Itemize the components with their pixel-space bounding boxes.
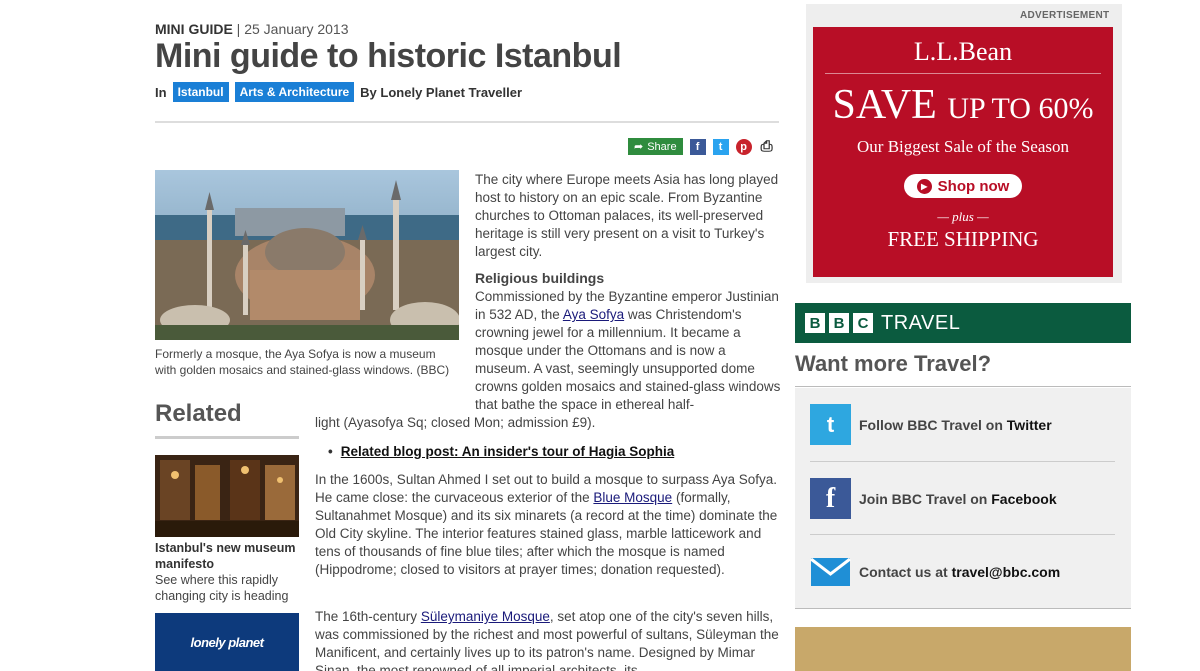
kicker-label: MINI GUIDE bbox=[155, 21, 233, 37]
share-icon: ➦ bbox=[634, 141, 644, 153]
related-heading: Related bbox=[155, 400, 242, 427]
shop-now-button[interactable]: ▶ Shop now bbox=[904, 174, 1022, 198]
twitter-icon[interactable]: t bbox=[712, 138, 729, 155]
related-item-image[interactable] bbox=[155, 455, 299, 537]
ad-plus: — plus — bbox=[937, 209, 989, 224]
bullet-dot: • bbox=[328, 444, 333, 459]
want-divider bbox=[795, 386, 1131, 387]
related-divider bbox=[155, 436, 299, 439]
bbc-letter-3: C bbox=[853, 313, 873, 333]
byline: In Istanbul Arts & Architecture By Lonel… bbox=[155, 82, 522, 102]
contact-text: Contact us at travel@bbc.com bbox=[859, 564, 1060, 580]
ad-upto: UP TO 60% bbox=[947, 92, 1094, 125]
related-blog-item: • Related blog post: An insider's tour of… bbox=[328, 444, 674, 459]
lonely-planet-logo[interactable]: lonely planet bbox=[155, 613, 299, 671]
shop-now-label: Shop now bbox=[937, 177, 1010, 195]
play-icon: ▶ bbox=[916, 178, 932, 194]
ad-label: ADVERTISEMENT bbox=[1020, 10, 1110, 21]
contact-pre: Contact us at bbox=[859, 563, 952, 580]
bbc-letter-1: B bbox=[805, 313, 825, 333]
twitter-bird-icon: t bbox=[810, 404, 851, 445]
twitter-follow-row[interactable]: t Follow BBC Travel on Twitter bbox=[810, 404, 1052, 445]
share-label: Share bbox=[647, 140, 677, 153]
twitter-highlight: Twitter bbox=[1006, 416, 1052, 433]
header-divider bbox=[155, 121, 779, 123]
facebook-icon[interactable]: f bbox=[689, 138, 706, 155]
share-button[interactable]: ➦ Share bbox=[628, 138, 683, 155]
social-divider bbox=[810, 461, 1115, 462]
print-icon[interactable]: ⎙ bbox=[759, 138, 775, 155]
facebook-highlight: Facebook bbox=[991, 490, 1057, 507]
byline-author: By Lonely Planet Traveller bbox=[360, 84, 523, 100]
ad-save-line: SAVE UP TO 60% bbox=[813, 81, 1113, 129]
ad-brand-rule bbox=[825, 73, 1101, 74]
paragraph-blue-mosque: In the 1600s, Sultan Ahmed I set out to … bbox=[315, 471, 781, 579]
twitter-text: Follow BBC Travel on Twitter bbox=[859, 417, 1052, 433]
llbean-ad[interactable]: L.L.Bean SAVE UP TO 60% Our Biggest Sale… bbox=[813, 27, 1113, 277]
ad-save: SAVE bbox=[832, 82, 937, 128]
intro-paragraph: The city where Europe meets Asia has lon… bbox=[475, 172, 779, 259]
kicker-date: | 25 January 2013 bbox=[236, 21, 349, 37]
blue-mosque-link[interactable]: Blue Mosque bbox=[593, 490, 672, 505]
paragraph-aya-sofya-cont: light (Ayasofya Sq; closed Mon; admissio… bbox=[315, 415, 596, 430]
panel-bottom-rule bbox=[795, 608, 1131, 609]
twitter-pre: Follow BBC Travel on bbox=[859, 416, 1007, 433]
paragraph-suleymaniye: The 16th-century Süleymaniye Mosque, set… bbox=[315, 608, 781, 671]
related-blog-link[interactable]: Related blog post: An insider's tour of … bbox=[341, 444, 674, 459]
aya-sofya-photo bbox=[155, 170, 459, 340]
p4-text-a: The 16th-century bbox=[315, 609, 421, 624]
bbc-travel-header[interactable]: B B C TRAVEL bbox=[795, 303, 1131, 343]
bottom-ad-banner[interactable] bbox=[795, 627, 1131, 671]
bbc-travel-label: TRAVEL bbox=[881, 311, 961, 334]
bbc-letter-2: B bbox=[829, 313, 849, 333]
page-title: Mini guide to historic Istanbul bbox=[155, 37, 622, 75]
pinterest-icon[interactable]: p bbox=[735, 138, 752, 155]
facebook-join-row[interactable]: f Join BBC Travel on Facebook bbox=[810, 478, 1057, 519]
facebook-pre: Join BBC Travel on bbox=[859, 490, 992, 507]
article-kicker: MINI GUIDE | 25 January 2013 bbox=[155, 21, 349, 37]
photo-caption: Formerly a mosque, the Aya Sofya is now … bbox=[155, 347, 450, 377]
aya-sofya-link[interactable]: Aya Sofya bbox=[563, 307, 624, 322]
related-item-title[interactable]: Istanbul's new museum manifesto bbox=[155, 540, 299, 572]
want-more-heading: Want more Travel? bbox=[795, 351, 992, 376]
share-toolbar: ➦ Share f t p ⎙ bbox=[628, 138, 775, 155]
byline-in: In bbox=[155, 84, 167, 100]
related-item-desc: See where this rapidly changing city is … bbox=[155, 573, 289, 603]
p2-text-b: was Christendom's crowning jewel for a m… bbox=[475, 307, 781, 412]
contact-email: travel@bbc.com bbox=[951, 563, 1061, 580]
suleymaniye-link[interactable]: Süleymaniye Mosque bbox=[421, 609, 550, 624]
ad-free-shipping: FREE SHIPPING bbox=[887, 227, 1039, 251]
mail-icon bbox=[810, 551, 851, 592]
facebook-text: Join BBC Travel on Facebook bbox=[859, 491, 1057, 507]
tag-arts-architecture[interactable]: Arts & Architecture bbox=[234, 82, 355, 102]
section-heading: Religious buildings bbox=[475, 270, 605, 286]
ad-subtitle: Our Biggest Sale of the Season bbox=[857, 137, 1069, 156]
contact-email-row[interactable]: Contact us at travel@bbc.com bbox=[810, 551, 1060, 592]
facebook-f-icon: f bbox=[810, 478, 851, 519]
paragraph-aya-sofya: Commissioned by the Byzantine emperor Ju… bbox=[475, 288, 783, 414]
social-divider bbox=[810, 534, 1115, 535]
tag-istanbul[interactable]: Istanbul bbox=[172, 82, 229, 102]
ad-brand: L.L.Bean bbox=[913, 37, 1013, 66]
